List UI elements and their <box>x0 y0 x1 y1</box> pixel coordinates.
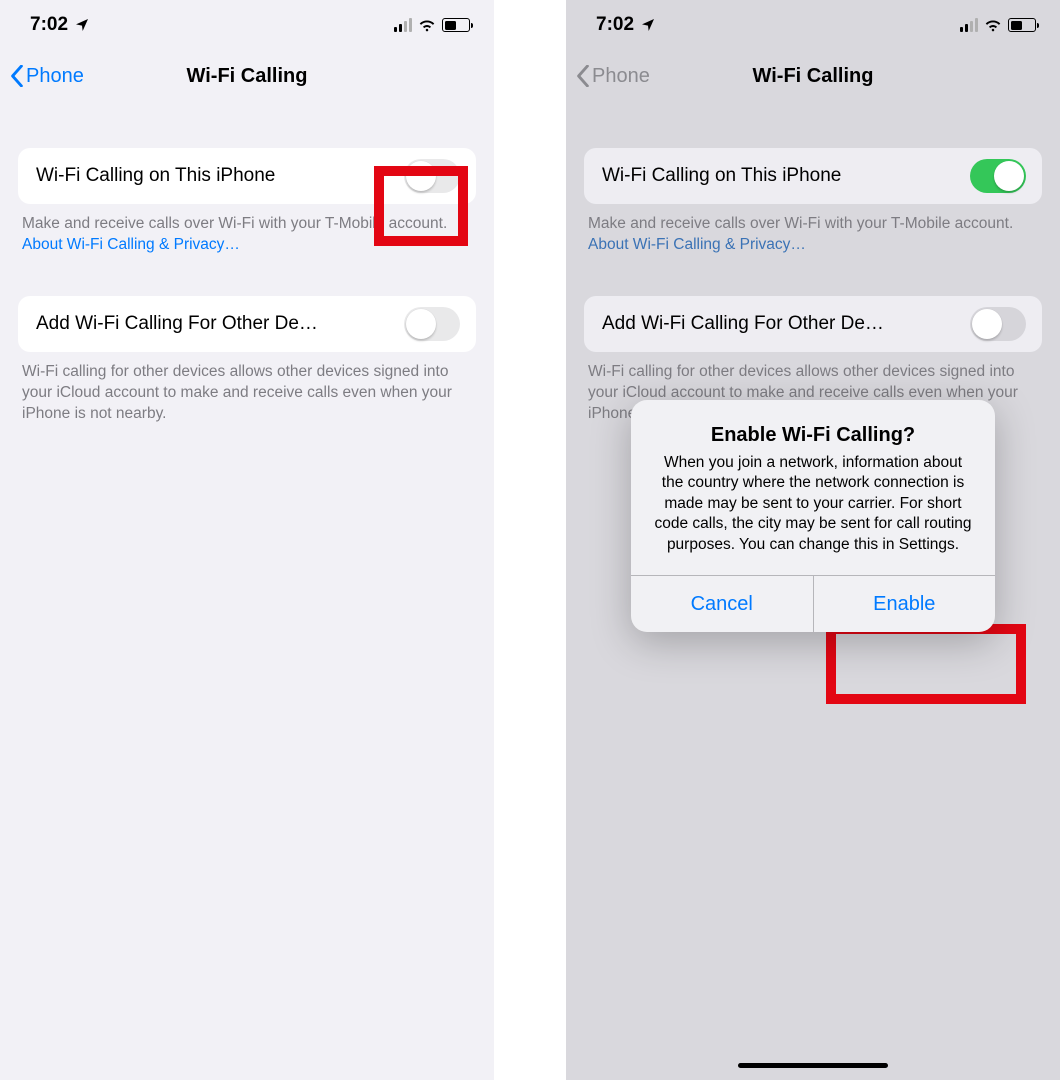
cellular-signal-icon <box>394 18 412 32</box>
wifi-icon <box>984 18 1002 32</box>
nav-back-button[interactable]: Phone <box>10 50 84 102</box>
location-arrow-icon <box>640 17 656 33</box>
alert-enable-button[interactable]: Enable <box>813 576 996 632</box>
nav-back-label: Phone <box>592 65 650 88</box>
nav-bar: Phone Wi-Fi Calling <box>566 50 1060 102</box>
wifi-icon <box>418 18 436 32</box>
row-add-wifi-calling-other-devices[interactable]: Add Wi-Fi Calling For Other De… <box>18 296 476 352</box>
toggle-add-wifi-calling-other-devices[interactable] <box>404 307 460 341</box>
screenshot-left: 7:02 Phone Wi-Fi Calling Wi-Fi Calling o… <box>0 0 494 1080</box>
chevron-left-icon <box>576 65 590 87</box>
status-time-area: 7:02 <box>30 14 90 36</box>
alert-title: Enable Wi-Fi Calling? <box>653 424 973 447</box>
settings-group-other-devices: Add Wi-Fi Calling For Other De… Wi-Fi ca… <box>18 296 476 425</box>
status-bar: 7:02 <box>0 0 494 50</box>
alert-cancel-button[interactable]: Cancel <box>631 576 813 632</box>
alert-body: Enable Wi-Fi Calling? When you join a ne… <box>631 400 995 575</box>
battery-icon <box>442 18 470 32</box>
status-bar: 7:02 <box>566 0 1060 50</box>
screenshot-right: 7:02 Phone Wi-Fi Calling Wi-Fi Calling o… <box>566 0 1060 1080</box>
nav-bar: Phone Wi-Fi Calling <box>0 50 494 102</box>
group-footer: Wi-Fi calling for other devices allows o… <box>18 352 476 425</box>
chevron-left-icon <box>10 65 24 87</box>
about-wifi-calling-privacy-link[interactable]: About Wi-Fi Calling & Privacy… <box>22 236 240 253</box>
row-label: Add Wi-Fi Calling For Other De… <box>602 313 894 335</box>
status-time: 7:02 <box>30 14 68 36</box>
row-label: Wi-Fi Calling on This iPhone <box>602 165 851 187</box>
status-time-area: 7:02 <box>596 14 656 36</box>
footer-text: Make and receive calls over Wi-Fi with y… <box>588 215 1013 232</box>
settings-group-wifi-calling-this-iphone: Wi-Fi Calling on This iPhone Make and re… <box>584 148 1042 256</box>
status-indicators <box>394 18 470 32</box>
about-wifi-calling-privacy-link[interactable]: About Wi-Fi Calling & Privacy… <box>588 236 806 253</box>
footer-text: Wi-Fi calling for other devices allows o… <box>22 363 452 422</box>
nav-back-button[interactable]: Phone <box>576 50 650 102</box>
nav-title: Wi-Fi Calling <box>753 65 874 88</box>
toggle-wifi-calling-this-iphone[interactable] <box>404 159 460 193</box>
row-label: Wi-Fi Calling on This iPhone <box>36 165 285 187</box>
battery-icon <box>1008 18 1036 32</box>
location-arrow-icon <box>74 17 90 33</box>
status-indicators <box>960 18 1036 32</box>
cellular-signal-icon <box>960 18 978 32</box>
footer-text: Make and receive calls over Wi-Fi with y… <box>22 215 447 232</box>
row-wifi-calling-this-iphone[interactable]: Wi-Fi Calling on This iPhone <box>18 148 476 204</box>
nav-title: Wi-Fi Calling <box>187 65 308 88</box>
nav-back-label: Phone <box>26 65 84 88</box>
alert-enable-wifi-calling: Enable Wi-Fi Calling? When you join a ne… <box>631 400 995 632</box>
home-indicator <box>738 1063 888 1068</box>
group-footer: Make and receive calls over Wi-Fi with y… <box>584 204 1042 256</box>
status-time: 7:02 <box>596 14 634 36</box>
settings-content: Wi-Fi Calling on This iPhone Make and re… <box>0 102 494 425</box>
row-wifi-calling-this-iphone[interactable]: Wi-Fi Calling on This iPhone <box>584 148 1042 204</box>
alert-message: When you join a network, information abo… <box>653 453 973 555</box>
row-label: Add Wi-Fi Calling For Other De… <box>36 313 328 335</box>
settings-content: Wi-Fi Calling on This iPhone Make and re… <box>566 102 1060 425</box>
settings-group-wifi-calling-this-iphone: Wi-Fi Calling on This iPhone Make and re… <box>18 148 476 256</box>
toggle-add-wifi-calling-other-devices[interactable] <box>970 307 1026 341</box>
alert-buttons: Cancel Enable <box>631 575 995 632</box>
group-footer: Make and receive calls over Wi-Fi with y… <box>18 204 476 256</box>
toggle-wifi-calling-this-iphone[interactable] <box>970 159 1026 193</box>
row-add-wifi-calling-other-devices[interactable]: Add Wi-Fi Calling For Other De… <box>584 296 1042 352</box>
